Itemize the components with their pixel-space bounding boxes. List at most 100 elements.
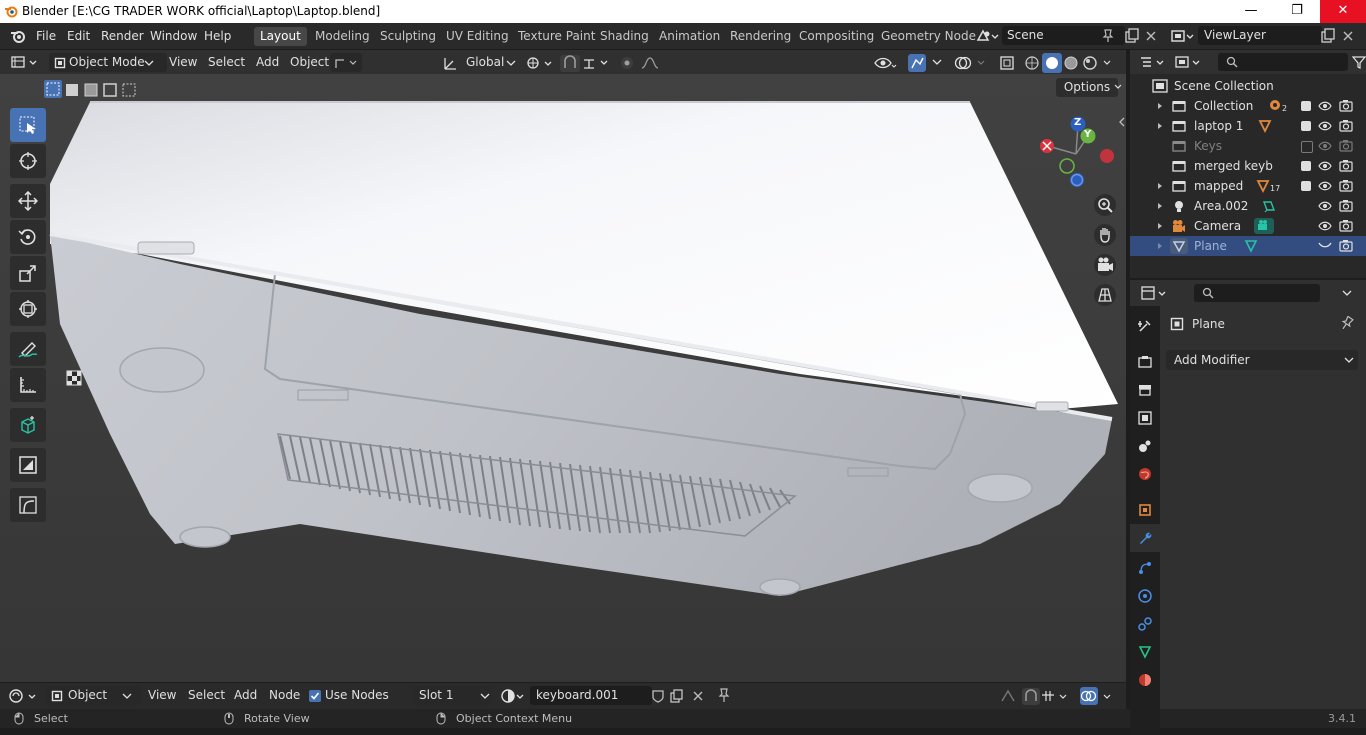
render-camera-icon[interactable] [1339, 219, 1353, 232]
cursor-tool[interactable] [10, 144, 46, 178]
tab-modeling[interactable]: Modeling [309, 27, 376, 46]
view-layer-properties-icon[interactable] [1137, 410, 1153, 426]
tab-rendering[interactable]: Rendering [724, 27, 797, 46]
options-dropdown[interactable]: Options [1056, 78, 1118, 97]
render-camera-icon[interactable] [1339, 159, 1353, 172]
shader-menu-select[interactable]: Select [188, 688, 225, 702]
shader-menu-add[interactable]: Add [234, 688, 257, 702]
editor-type-icon[interactable] [10, 54, 40, 70]
eye-icon[interactable] [1318, 140, 1332, 152]
render-camera-icon[interactable] [1339, 199, 1353, 212]
scene-properties-icon[interactable] [1137, 438, 1153, 454]
3d-viewport[interactable]: Options Z Y [0, 74, 1126, 682]
xray-icon[interactable] [998, 54, 1018, 72]
expand-arrow-icon[interactable] [1156, 122, 1164, 130]
outliner-editor-icon[interactable] [1138, 54, 1168, 70]
menu-help[interactable]: Help [204, 29, 231, 43]
menu-edit[interactable]: Edit [67, 29, 90, 43]
viewlayer-name-field[interactable]: ViewLayer [1198, 26, 1322, 45]
checker-tool-icon[interactable] [66, 370, 82, 386]
scene-icon[interactable] [975, 28, 999, 44]
render-properties-icon[interactable] [1137, 354, 1153, 370]
pin-icon[interactable] [717, 688, 731, 704]
exclude-checkbox[interactable] [1301, 161, 1311, 171]
maximize-button[interactable]: ❐ [1274, 0, 1320, 23]
shader-overlay-icons[interactable] [998, 687, 1118, 705]
move-tool[interactable] [10, 184, 46, 218]
pin-icon[interactable] [1340, 316, 1354, 332]
minimize-button[interactable]: — [1228, 0, 1274, 23]
viewport-menu-view[interactable]: View [169, 55, 197, 69]
viewport-menu-object[interactable]: Object [290, 55, 329, 69]
rotate-tool[interactable] [10, 220, 46, 254]
render-camera-icon[interactable] [1339, 119, 1353, 132]
render-camera-icon[interactable] [1339, 179, 1353, 192]
tab-layout[interactable]: Layout [254, 27, 307, 46]
exclude-checkbox[interactable] [1301, 141, 1313, 153]
snap-icon[interactable] [560, 54, 614, 72]
scale-tool[interactable] [10, 256, 46, 290]
add-cube-tool[interactable] [10, 408, 46, 442]
tab-sculpting[interactable]: Sculpting [374, 27, 442, 46]
particles-icon[interactable] [1137, 560, 1153, 576]
shading-mode-icons[interactable] [1022, 53, 1118, 73]
overlays-icon[interactable] [954, 54, 994, 72]
outliner-row-collection[interactable]: Collection 2 [1130, 96, 1366, 116]
render-camera-icon[interactable] [1339, 239, 1353, 252]
zoom-icon[interactable] [1094, 194, 1116, 216]
world-properties-icon[interactable] [1137, 466, 1153, 482]
physics-icon[interactable] [1137, 588, 1153, 604]
eye-closed-icon[interactable] [1318, 241, 1332, 251]
outliner-row-merged-keyb[interactable]: merged keyb [1130, 156, 1366, 176]
eye-icon[interactable] [1318, 180, 1332, 192]
outliner-row-camera[interactable]: Camera [1130, 216, 1366, 236]
eye-icon[interactable] [1318, 160, 1332, 172]
curve-tool[interactable] [10, 488, 46, 522]
expand-arrow-icon[interactable] [1156, 182, 1164, 190]
chevron-left-icon[interactable] [1118, 116, 1126, 128]
modifier-tab-active[interactable] [1130, 524, 1160, 552]
outliner-row-laptop-1[interactable]: laptop 1 [1130, 116, 1366, 136]
tab-geometry-node[interactable]: Geometry Node [875, 27, 982, 46]
output-properties-icon[interactable] [1137, 382, 1153, 398]
expand-arrow-icon[interactable] [1156, 202, 1164, 210]
close-window-button[interactable]: ✕ [1320, 0, 1366, 23]
constraints-icon[interactable] [1137, 616, 1153, 632]
object-data-icon[interactable] [1137, 644, 1153, 660]
new-scene-icon[interactable] [1124, 28, 1140, 44]
menu-file[interactable]: File [36, 29, 56, 43]
shader-menu-node[interactable]: Node [269, 688, 300, 702]
material-properties-icon[interactable] [1137, 672, 1153, 688]
eye-icon[interactable] [1318, 100, 1332, 112]
expand-arrow-icon[interactable] [1156, 102, 1164, 110]
tab-texture-paint[interactable]: Texture Paint [512, 27, 601, 46]
new-viewlayer-icon[interactable] [1320, 28, 1336, 44]
visibility-gizmo-icons[interactable] [872, 54, 932, 72]
eye-icon[interactable] [1318, 200, 1332, 212]
viewport-menu-add[interactable]: Add [256, 55, 279, 69]
eye-icon[interactable] [1318, 220, 1332, 232]
viewlayer-icon[interactable] [1170, 28, 1194, 44]
measure-tool[interactable] [10, 368, 46, 402]
outliner-scene-collection[interactable]: Scene Collection [1130, 76, 1366, 96]
exclude-checkbox[interactable] [1301, 121, 1311, 131]
tab-compositing[interactable]: Compositing [793, 27, 880, 46]
eye-icon[interactable] [1318, 120, 1332, 132]
delete-viewlayer-icon[interactable] [1342, 30, 1354, 42]
render-camera-icon[interactable] [1339, 99, 1353, 112]
outliner-row-keys[interactable]: Keys [1130, 136, 1366, 156]
chevron-down-icon[interactable] [1342, 289, 1352, 297]
blender-menu-icon[interactable] [9, 28, 27, 44]
filter-icon[interactable] [1352, 55, 1366, 69]
tab-shading[interactable]: Shading [594, 27, 655, 46]
object-properties-icon[interactable] [1137, 502, 1153, 518]
pin-icon[interactable] [1102, 29, 1114, 43]
add-modifier-dropdown[interactable]: Add Modifier [1166, 350, 1358, 370]
material-browse-icon[interactable] [500, 688, 528, 704]
material-actions-icons[interactable] [650, 688, 710, 704]
viewport-menu-select[interactable]: Select [208, 55, 245, 69]
display-mode-icon[interactable] [1174, 54, 1204, 70]
transform-tool[interactable] [10, 292, 46, 326]
shader-editor-type-icon[interactable] [8, 688, 40, 704]
exclude-checkbox[interactable] [1301, 181, 1311, 191]
